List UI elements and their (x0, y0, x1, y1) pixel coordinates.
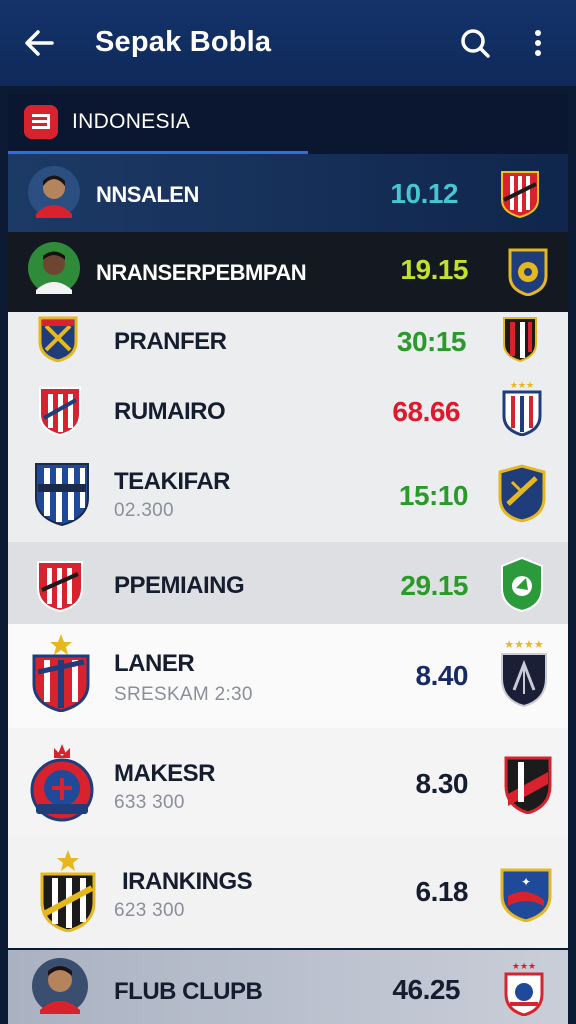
club-crest-icon: ✦ (500, 868, 552, 922)
list-item[interactable]: FLUB CLUPB 46.25 ★★★ (8, 950, 568, 1024)
club-crest-icon (498, 464, 546, 522)
score-value: 10.12 (390, 178, 458, 209)
list-item[interactable]: IRANKINGS 623 300 6.18 ✦ (8, 836, 568, 948)
match-info: 633 300 (114, 792, 185, 813)
list-item[interactable]: LANER SRESKAM 2:30 8.40 ★★★★ (8, 624, 568, 728)
club-crest-icon: ★★★ (504, 962, 544, 1016)
team-name: PPEMIAING (114, 572, 245, 599)
club-crest-icon (40, 850, 96, 932)
club-crest-icon: ★★★ (502, 381, 542, 436)
club-crest-icon (501, 171, 539, 218)
player-avatar (32, 958, 88, 1014)
score-value: 19.15 (400, 254, 468, 285)
match-info: 02.300 (114, 500, 174, 521)
club-crest-icon (501, 556, 543, 612)
list-item[interactable]: TEAKIFAR 02.300 15:10 (8, 450, 568, 542)
score-value: 46.25 (392, 974, 460, 1005)
list-item[interactable]: PPEMIAING 29.15 (8, 542, 568, 624)
score-value: 30:15 (396, 326, 467, 357)
club-crest-icon (37, 561, 83, 612)
club-crest-icon (504, 756, 552, 814)
club-crest-icon (508, 248, 548, 296)
club-crest-icon (39, 387, 81, 436)
list-item[interactable]: PRANFER 30:15 (8, 312, 568, 372)
score-value: 68.66 (392, 396, 460, 427)
app-title: Sepak Bobla (95, 26, 272, 58)
list-item[interactable]: MAKESR 633 300 8.30 (8, 728, 568, 836)
match-info: SRESKAM 2:30 (114, 684, 253, 705)
team-name: NNSALEN (96, 182, 199, 207)
club-crest-icon (35, 463, 89, 526)
team-name: TEAKIFAR (114, 468, 231, 495)
player-avatar (28, 242, 80, 294)
team-name: NRANSERPEBMPAN (96, 260, 307, 285)
team-name: IRANKINGS (122, 868, 253, 895)
team-name: FLUB CLUPB (114, 978, 263, 1005)
svg-text:★★★★: ★★★★ (504, 638, 544, 651)
app-bar: Sepak Bobla (0, 0, 576, 86)
league-section-header[interactable]: INDONESIA (8, 94, 568, 154)
indonesia-flag-icon (24, 105, 58, 139)
list-item[interactable]: RUMAIRO 68.66 ★★★ (8, 372, 568, 450)
score-value: 15:10 (398, 480, 469, 511)
list-item[interactable]: NRANSERPEBMPAN 19.15 (8, 232, 568, 312)
score-value: 8.40 (415, 660, 469, 691)
team-name: RUMAIRO (114, 398, 226, 425)
team-name: LANER (114, 650, 195, 677)
svg-text:★★★: ★★★ (510, 381, 534, 391)
club-crest-icon (38, 316, 78, 362)
team-name: MAKESR (114, 760, 216, 787)
club-crest-icon (503, 317, 537, 362)
svg-text:★★★: ★★★ (512, 962, 536, 972)
more-options-icon[interactable] (526, 26, 550, 60)
search-icon[interactable] (458, 26, 492, 60)
score-value: 29.15 (400, 570, 468, 601)
score-value: 6.18 (415, 876, 469, 907)
club-crest-icon (32, 634, 90, 712)
score-value: 8.30 (415, 768, 469, 799)
player-avatar (28, 166, 80, 218)
back-arrow-icon[interactable] (22, 26, 56, 60)
team-name: PRANFER (114, 328, 227, 355)
match-info: 623 300 (114, 900, 185, 921)
list-item[interactable]: NNSALEN 10.12 (8, 154, 568, 232)
svg-text:✦: ✦ (521, 875, 531, 889)
club-crest-icon (30, 744, 94, 822)
section-label: INDONESIA (72, 110, 191, 133)
club-crest-icon: ★★★★ (501, 638, 547, 708)
